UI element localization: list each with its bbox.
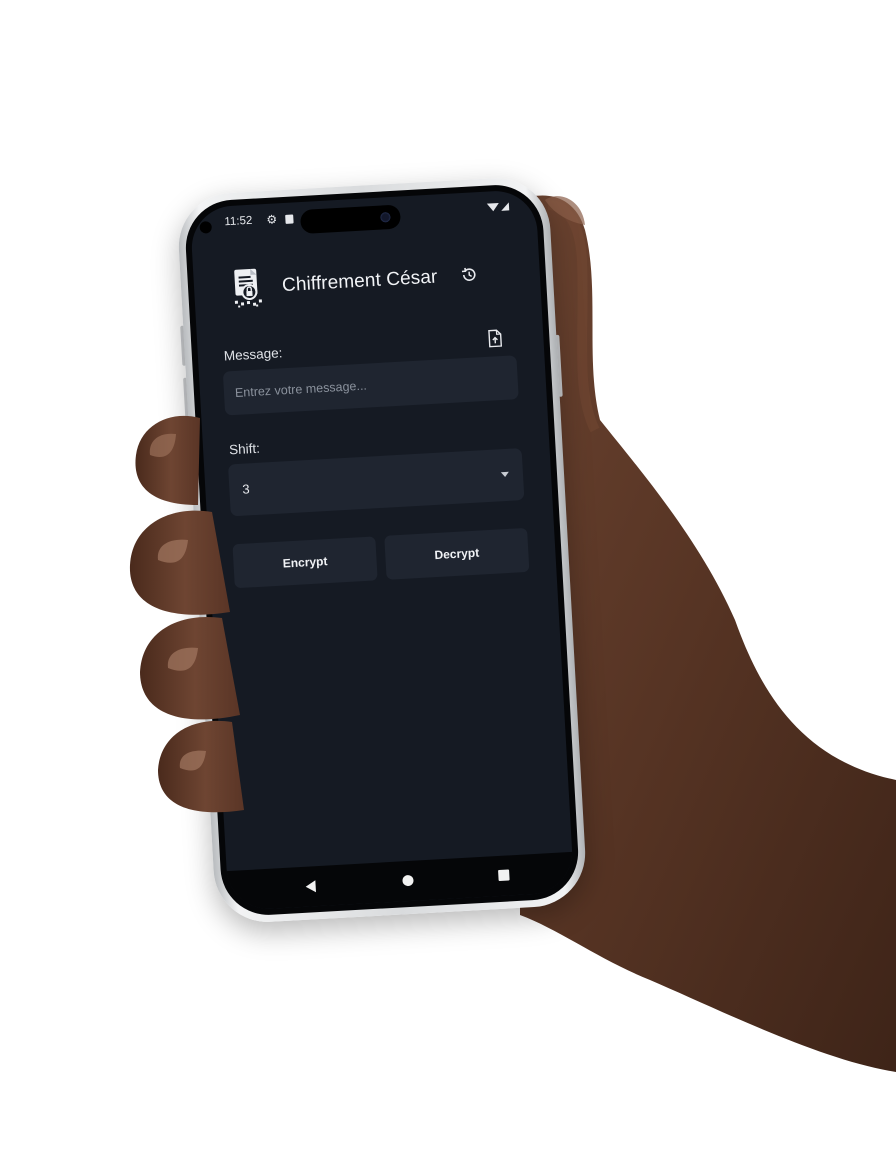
chevron-down-icon bbox=[500, 471, 510, 478]
app-title: Chiffrement César bbox=[281, 266, 438, 297]
file-upload-icon[interactable] bbox=[487, 329, 503, 348]
app-screen: 11:52 ⚙ Chiffrement César Message: Entre… bbox=[189, 188, 575, 912]
recents-icon[interactable] bbox=[498, 869, 510, 882]
wifi-icon bbox=[486, 202, 499, 212]
message-input[interactable] bbox=[222, 355, 519, 416]
dynamic-island bbox=[299, 204, 402, 235]
home-icon[interactable] bbox=[402, 874, 414, 887]
phone-device: 11:52 ⚙ Chiffrement César Message: Entre… bbox=[175, 175, 589, 925]
decrypt-button[interactable]: Decrypt bbox=[384, 527, 530, 580]
back-icon[interactable] bbox=[305, 880, 317, 893]
shift-selected-value: 3 bbox=[241, 481, 251, 497]
gear-icon: ⚙ bbox=[266, 212, 278, 227]
front-camera-dot bbox=[199, 221, 213, 234]
message-label: Message: bbox=[223, 345, 283, 364]
history-icon[interactable] bbox=[459, 265, 478, 284]
encrypted-document-icon bbox=[234, 268, 262, 308]
status-time: 11:52 bbox=[224, 214, 253, 229]
cellular-icon bbox=[501, 202, 510, 211]
sd-card-icon bbox=[285, 214, 294, 224]
shift-dropdown[interactable]: 3 bbox=[227, 448, 525, 517]
encrypt-button[interactable]: Encrypt bbox=[232, 536, 378, 589]
camera-lens bbox=[380, 212, 391, 223]
signal-icons bbox=[486, 202, 510, 212]
shift-label: Shift: bbox=[228, 440, 261, 458]
